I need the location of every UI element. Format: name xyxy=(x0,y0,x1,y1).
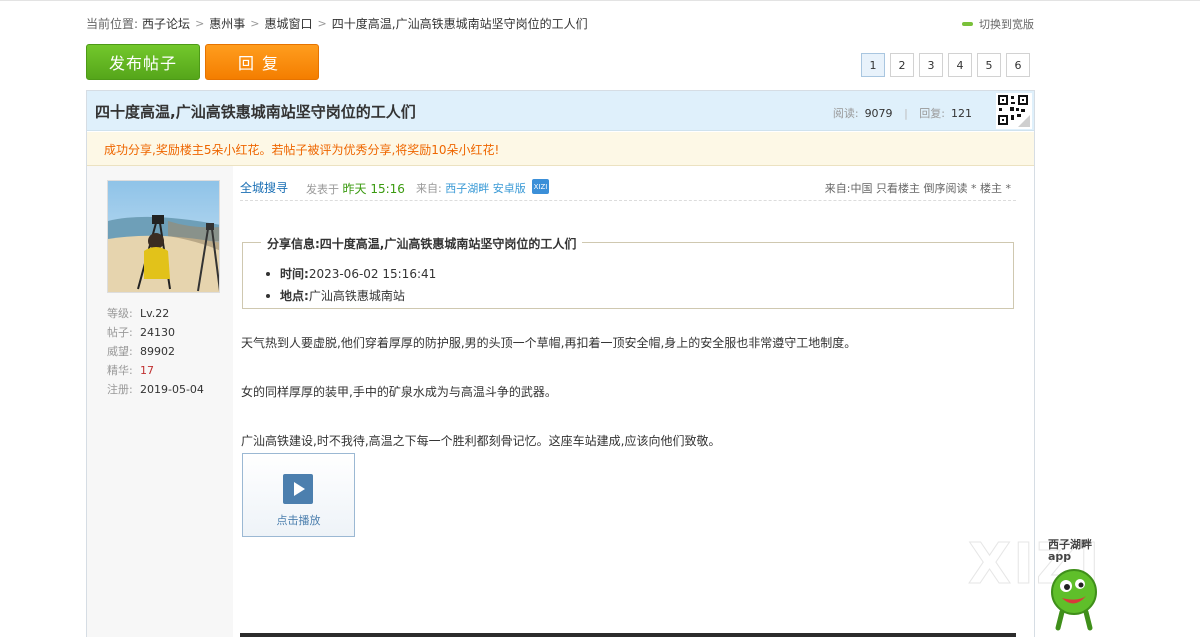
avatar-photo xyxy=(108,181,219,292)
prestige-value: 89902 xyxy=(140,345,175,358)
post-paragraph: 女的同样厚厚的装甲,手中的矿泉水成为与高温斗争的武器。 xyxy=(241,385,557,399)
video-play-label: 点击播放 xyxy=(276,514,321,527)
page-4-button[interactable]: 4 xyxy=(948,53,972,77)
share-place-label: 地点: xyxy=(280,289,309,303)
post-paragraph: 天气热到人要虚脱,他们穿着厚厚的防护服,男的头顶一个草帽,再扣着一顶安全帽,身上… xyxy=(241,336,857,350)
elite-label: 精华: xyxy=(107,364,133,377)
elite-value: 17 xyxy=(140,364,154,377)
play-icon xyxy=(283,474,313,504)
chevron-right-icon: > xyxy=(250,16,260,30)
share-place-item: 地点:广汕高铁惠城南站 xyxy=(266,285,436,307)
source-label: 来自: xyxy=(416,182,442,195)
register-value: 2019-05-04 xyxy=(140,383,204,396)
views-label: 阅读: xyxy=(832,107,859,120)
app-download-float[interactable]: 西子湖畔 app xyxy=(1040,536,1130,636)
video-play-button[interactable]: 点击播放 xyxy=(242,453,355,537)
publish-info: 发表于 昨天 15:16 xyxy=(306,180,405,197)
page-2-button[interactable]: 2 xyxy=(890,53,914,77)
app-float-subtitle: app xyxy=(1048,550,1072,563)
breadcrumb-item-window[interactable]: 惠城窗口 xyxy=(265,15,313,32)
page-3-button[interactable]: 3 xyxy=(919,53,943,77)
reward-notice-text: 成功分享,奖励楼主5朵小红花。若帖子被评为优秀分享,将奖励10朵小红花! xyxy=(104,143,500,157)
share-time-item: 时间:2023-06-02 15:16:41 xyxy=(266,263,436,285)
level-label: 等级: xyxy=(107,307,133,320)
share-legend: 分享信息:四十度高温,广汕高铁惠城南站坚守岗位的工人们 xyxy=(261,235,583,252)
chevron-right-icon: > xyxy=(317,16,327,30)
pagination: 1 2 3 4 5 6 xyxy=(861,53,1030,77)
share-time-label: 时间: xyxy=(280,267,309,281)
switch-wide-label: 切换到宽版 xyxy=(979,18,1034,31)
share-place-value: 广汕高铁惠城南站 xyxy=(308,289,405,303)
qr-code-icon[interactable] xyxy=(996,93,1032,129)
breadcrumb-item-forum[interactable]: 西子论坛 xyxy=(142,15,190,32)
posts-value: 24130 xyxy=(140,326,175,339)
breadcrumb-item-thread[interactable]: 四十度高温,广汕高铁惠城南站坚守岗位的工人们 xyxy=(332,15,588,32)
views-count: 9079 xyxy=(864,107,893,120)
prestige-label: 威望: xyxy=(107,345,133,358)
reply-button[interactable]: 回复 xyxy=(205,44,319,80)
wide-toggle-icon xyxy=(962,22,973,26)
reward-notice: 成功分享,奖励楼主5朵小红花。若帖子被评为优秀分享,将奖励10朵小红花! xyxy=(87,132,1034,166)
breadcrumb-label: 当前位置: xyxy=(86,16,139,31)
post-paragraph: 广汕高铁建设,时不我待,高温之下每一个胜利都刻骨记忆。这座车站建成,应该向他们致… xyxy=(241,434,721,448)
author-meta: 等级: Lv.22 帖子: 24130 威望: 89902 精华: 17 注册: 2019… xyxy=(107,304,204,399)
share-time-value: 2023-06-02 15:16:41 xyxy=(308,267,437,281)
thread-title-bar: 四十度高温,广汕高铁惠城南站坚守岗位的工人们 阅读: 9079 | 回复: 121 xyxy=(87,91,1034,131)
avatar[interactable] xyxy=(107,180,220,293)
thread-title: 四十度高温,广汕高铁惠城南站坚守岗位的工人们 xyxy=(95,103,416,121)
share-info-box: 分享信息:四十度高温,广汕高铁惠城南站坚守岗位的工人们 时间:2023-06-0… xyxy=(242,235,1014,309)
post-image-top-edge xyxy=(240,633,1016,637)
publish-time: 昨天 15:16 xyxy=(342,182,405,196)
source-info: 来自: 西子湖畔 安卓版 xyxy=(416,180,526,196)
level-value: Lv.22 xyxy=(140,307,170,320)
author-sidebar: 等级: Lv.22 帖子: 24130 威望: 89902 精华: 17 注册: 2019… xyxy=(87,166,233,637)
page-5-button[interactable]: 5 xyxy=(977,53,1001,77)
mascot-icon xyxy=(1051,569,1097,631)
switch-wide-link[interactable]: 切换到宽版 xyxy=(962,16,1034,32)
share-info-list: 时间:2023-06-02 15:16:41 地点:广汕高铁惠城南站 xyxy=(266,263,436,307)
replies-label: 回复: xyxy=(919,107,945,120)
posts-label: 帖子: xyxy=(107,326,133,339)
publish-label: 发表于 xyxy=(306,183,339,196)
page-1-button[interactable]: 1 xyxy=(861,53,885,77)
chevron-right-icon: > xyxy=(195,16,205,30)
top-divider xyxy=(0,0,1200,4)
thread-stats: 阅读: 9079 | 回复: 121 xyxy=(832,107,972,120)
breadcrumb: 当前位置: 西子论坛 > 惠州事 > 惠城窗口 > 四十度高温,广汕高铁惠城南站… xyxy=(86,15,588,31)
thread-container: 四十度高温,广汕高铁惠城南站坚守岗位的工人们 阅读: 9079 | 回复: 121 … xyxy=(86,90,1035,637)
source-app-link[interactable]: 西子湖畔 安卓版 xyxy=(445,182,526,195)
breadcrumb-item-huizhou[interactable]: 惠州事 xyxy=(209,15,245,32)
page-6-button[interactable]: 6 xyxy=(1006,53,1030,77)
author-name-link[interactable]: 全城搜寻 xyxy=(240,179,288,196)
register-label: 注册: xyxy=(107,383,133,396)
xizi-app-icon: XIZI xyxy=(532,179,549,194)
post-thread-button[interactable]: 发布帖子 xyxy=(86,44,200,80)
post-actions[interactable]: 来自:中国 只看楼主 倒序阅读 * 楼主 * xyxy=(825,180,1011,196)
replies-count: 121 xyxy=(951,107,972,120)
post-header: 全城搜寻 发表于 昨天 15:16 来自: 西子湖畔 安卓版 XIZI 来自:中… xyxy=(240,179,1016,201)
